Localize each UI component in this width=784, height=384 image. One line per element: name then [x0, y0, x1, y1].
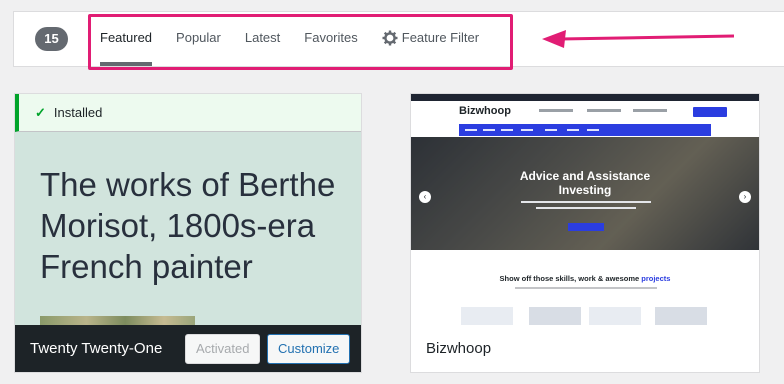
- tab-favorites[interactable]: Favorites: [304, 12, 357, 66]
- chevron-right-icon: ›: [739, 191, 751, 203]
- preview-logo: Bizwhoop: [459, 105, 511, 117]
- installed-notice: ✓ Installed: [15, 94, 361, 132]
- checkmark-icon: ✓: [35, 105, 46, 120]
- preview-hero-title: Investing: [558, 183, 612, 197]
- theme-name: Bizwhoop: [426, 340, 492, 357]
- chevron-left-icon: ‹: [419, 191, 431, 203]
- tab-latest[interactable]: Latest: [245, 12, 280, 66]
- feature-filter-label: Feature Filter: [401, 30, 480, 45]
- preview-project-thumb: [529, 307, 581, 327]
- tab-featured[interactable]: Featured: [100, 12, 153, 66]
- activated-button: Activated: [185, 334, 261, 364]
- theme-screenshot[interactable]: ✓ Installed The works of Berthe Morisot, …: [15, 94, 361, 336]
- preview-project-thumb: [589, 307, 641, 327]
- theme-screenshot[interactable]: Bizwhoop Advice and Assistance Investing…: [411, 94, 759, 327]
- theme-card-bizwhoop[interactable]: Bizwhoop Advice and Assistance Investing…: [410, 93, 760, 373]
- theme-card-footer: Twenty Twenty-One Activated Customize: [15, 325, 361, 372]
- preview-hero-text: [521, 201, 651, 203]
- filter-tabs: Featured Popular Latest Favorites Featur…: [100, 12, 503, 66]
- theme-card-twenty-twenty-one[interactable]: ✓ Installed The works of Berthe Morisot, …: [14, 93, 362, 373]
- installed-label: Installed: [53, 105, 103, 120]
- preview-section-title: Show off those skills, work & awesome pr…: [499, 274, 671, 283]
- preview-nav: [459, 124, 711, 136]
- preview-hero-image: Advice and Assistance Investing ‹ ›: [411, 137, 759, 250]
- preview-contact-line: [587, 109, 621, 112]
- preview-section-text: [515, 287, 657, 289]
- feature-filter-button[interactable]: Feature Filter: [382, 12, 479, 66]
- preview-header: Bizwhoop: [411, 101, 759, 123]
- preview-contact-line: [539, 109, 573, 112]
- theme-preview-headline: The works of Berthe Morisot, 1800s-era F…: [40, 166, 336, 285]
- preview-contact-line: [633, 109, 667, 112]
- preview-hero-title: Advice and Assistance: [519, 169, 651, 183]
- theme-filter-bar: 15 Featured Popular Latest Favorites Fea…: [13, 11, 784, 67]
- preview-project-thumb: [461, 307, 513, 327]
- preview-hero-button: [568, 223, 604, 231]
- theme-name: Twenty Twenty-One: [30, 340, 163, 357]
- theme-count-badge: 15: [35, 27, 68, 51]
- tab-popular[interactable]: Popular: [176, 12, 221, 66]
- preview-topbar: [411, 94, 759, 101]
- customize-button[interactable]: Customize: [267, 334, 351, 364]
- theme-card-footer: Bizwhoop: [411, 325, 759, 372]
- preview-quote-button: [693, 107, 727, 117]
- preview-project-thumb: [655, 307, 707, 327]
- gear-icon: [382, 30, 398, 46]
- preview-hero-text: [536, 207, 636, 209]
